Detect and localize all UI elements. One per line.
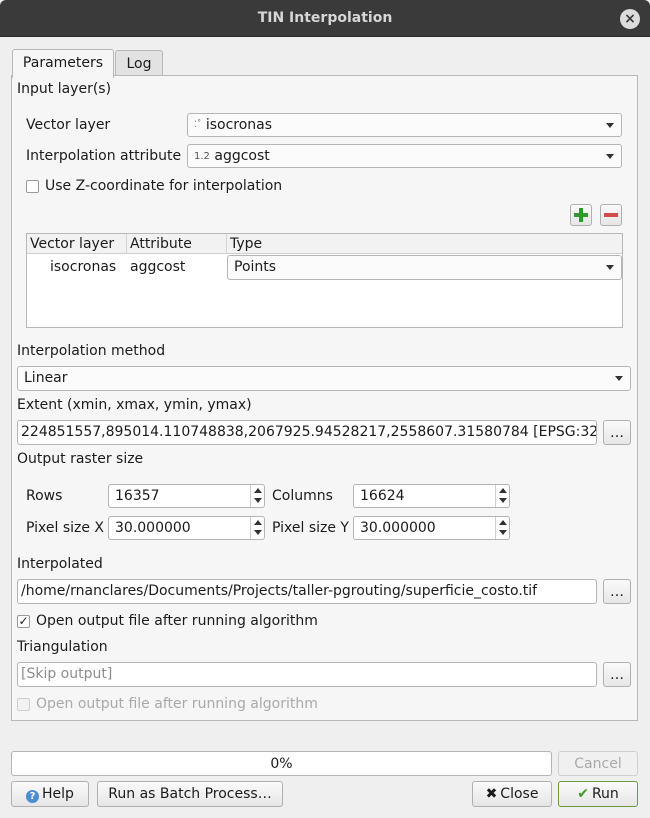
spin-arrows[interactable] <box>495 485 509 507</box>
spin-up-icon <box>254 520 262 525</box>
rows-label: Rows <box>26 488 63 504</box>
input-layers-table[interactable]: Vector layer Attribute Type isocronas ag… <box>26 233 623 328</box>
triangulation-browse-button[interactable]: … <box>603 662 631 687</box>
column-header-attribute[interactable]: Attribute <box>127 234 227 254</box>
tab-parameters[interactable]: Parameters <box>12 49 114 78</box>
triangulation-label: Triangulation <box>17 639 108 655</box>
title-bar: TIN Interpolation × <box>0 0 650 37</box>
checkmark-icon: ✓ <box>18 614 29 628</box>
triangulation-open-label: Open output file after running algorithm <box>36 696 318 712</box>
triangulation-open-checkbox[interactable] <box>17 698 30 711</box>
open-output-checkbox[interactable]: ✓ <box>17 615 30 628</box>
run-label: Run <box>591 786 619 802</box>
chevron-down-icon <box>606 154 614 159</box>
pixel-size-y-label: Pixel size Y <box>272 520 349 536</box>
output-raster-size-label: Output raster size <box>17 451 144 467</box>
extent-input[interactable]: 224851557,895014.110748838,2067925.94528… <box>17 420 597 445</box>
input-layers-heading: Input layer(s) <box>17 81 112 97</box>
columns-label: Columns <box>272 488 333 504</box>
row-vector-layer: isocronas <box>50 259 117 275</box>
interpolated-browse-button[interactable]: … <box>603 579 631 604</box>
point-layer-icon: ⁚˚ <box>194 120 202 130</box>
use-zcoord-label: Use Z-coordinate for interpolation <box>45 178 283 194</box>
numeric-field-icon: 1.2 <box>194 151 210 162</box>
pixel-size-y-spinbox[interactable]: 30.000000 <box>353 516 510 540</box>
help-label: Help <box>42 786 74 802</box>
plus-icon <box>574 208 588 222</box>
interpolation-attribute-label: Interpolation attribute <box>26 148 182 164</box>
run-check-icon: ✔ <box>577 786 589 802</box>
rows-value: 16357 <box>115 488 160 504</box>
chevron-down-icon <box>606 265 614 270</box>
tab-log[interactable]: Log <box>115 50 163 77</box>
spin-up-icon <box>499 520 507 525</box>
progress-text: 0% <box>270 756 293 772</box>
interpolated-path-input[interactable]: /home/rnanclares/Documents/Projects/tall… <box>17 579 597 604</box>
spin-down-icon <box>254 498 262 503</box>
close-button[interactable]: ✖ Close <box>472 781 552 807</box>
batch-process-button[interactable]: Run as Batch Process… <box>97 781 283 807</box>
chevron-down-icon <box>606 123 614 128</box>
interpolated-label: Interpolated <box>17 556 103 572</box>
triangulation-input[interactable]: [Skip output] <box>17 662 597 687</box>
row-attribute: aggcost <box>130 259 186 275</box>
close-label: Close <box>500 786 539 802</box>
help-button[interactable]: ? Help <box>11 781 89 807</box>
spin-down-icon <box>254 530 262 535</box>
spin-arrows[interactable] <box>250 517 264 539</box>
extent-value: 224851557,895014.110748838,2067925.94528… <box>21 424 597 440</box>
extent-options-button[interactable]: … <box>603 420 631 445</box>
window-title: TIN Interpolation <box>257 10 393 26</box>
vector-layer-combo[interactable]: ⁚˚ isocronas <box>187 113 622 137</box>
rows-spinbox[interactable]: 16357 <box>108 484 265 508</box>
pixel-size-x-label: Pixel size X <box>26 520 105 536</box>
open-output-label: Open output file after running algorithm <box>36 613 318 629</box>
pixel-size-x-spinbox[interactable]: 30.000000 <box>108 516 265 540</box>
remove-layer-button[interactable] <box>600 204 622 226</box>
pixel-size-y-value: 30.000000 <box>360 520 436 536</box>
columns-value: 16624 <box>360 488 405 504</box>
spin-arrows[interactable] <box>495 517 509 539</box>
interpolation-method-label: Interpolation method <box>17 343 166 359</box>
chevron-down-icon <box>615 376 623 381</box>
interpolated-path-value: /home/rnanclares/Documents/Projects/tall… <box>21 583 538 599</box>
spin-up-icon <box>254 488 262 493</box>
window-close-icon[interactable]: × <box>620 9 640 29</box>
use-zcoord-checkbox[interactable] <box>26 180 39 193</box>
cancel-button[interactable]: Cancel <box>558 751 638 776</box>
add-layer-button[interactable] <box>570 204 592 226</box>
vector-layer-value: isocronas <box>205 117 273 133</box>
spin-down-icon <box>499 498 507 503</box>
run-button[interactable]: ✔ Run <box>558 781 638 807</box>
column-header-vector-layer[interactable]: Vector layer <box>27 234 127 254</box>
extent-label: Extent (xmin, xmax, ymin, ymax) <box>17 397 252 413</box>
spin-arrows[interactable] <box>250 485 264 507</box>
progress-bar: 0% <box>11 751 552 776</box>
pixel-size-x-value: 30.000000 <box>115 520 191 536</box>
type-combo[interactable]: Points <box>227 255 622 280</box>
columns-spinbox[interactable]: 16624 <box>353 484 510 508</box>
triangulation-placeholder: [Skip output] <box>21 666 113 682</box>
interpolation-attribute-combo[interactable]: 1.2 aggcost <box>187 144 622 168</box>
type-value: Points <box>234 259 277 275</box>
help-icon: ? <box>26 790 40 803</box>
minus-icon <box>604 213 618 217</box>
vector-layer-label: Vector layer <box>26 117 111 133</box>
column-header-type[interactable]: Type <box>227 234 622 254</box>
close-icon: ✖ <box>485 786 498 802</box>
interpolation-method-combo[interactable]: Linear <box>17 366 631 391</box>
interpolation-method-value: Linear <box>24 370 68 386</box>
spin-up-icon <box>499 488 507 493</box>
attribute-value: aggcost <box>214 148 270 164</box>
spin-down-icon <box>499 530 507 535</box>
